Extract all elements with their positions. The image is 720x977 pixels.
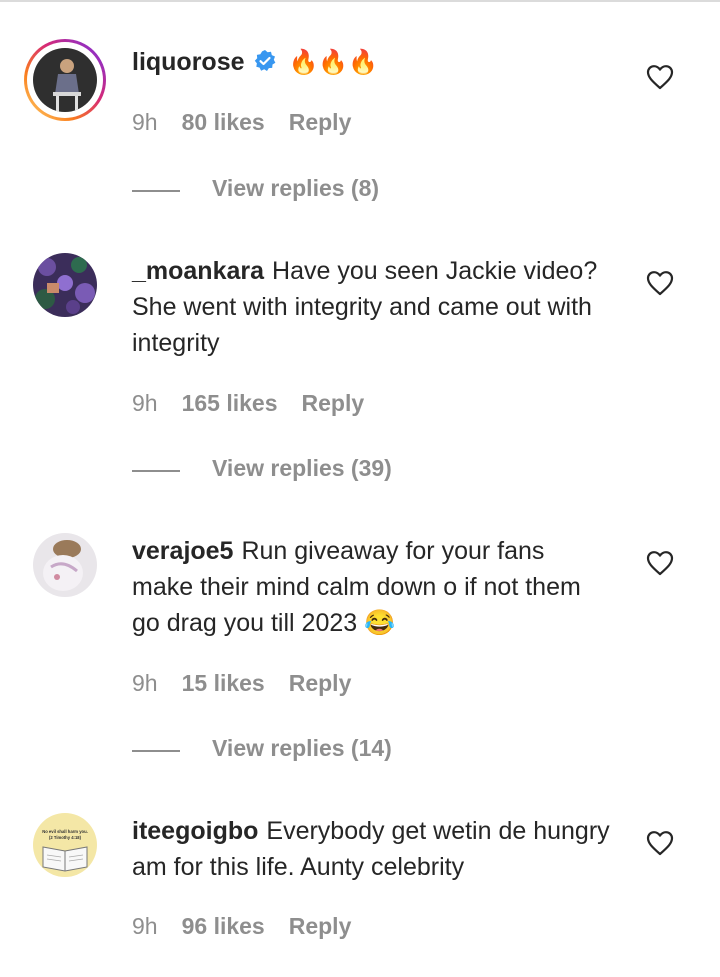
comment-body: 🔥🔥🔥 [288,49,379,76]
avatar[interactable] [33,48,97,112]
top-divider [0,0,720,2]
heart-outline-icon[interactable] [646,830,674,856]
timestamp: 9h [132,390,158,416]
replies-divider [132,750,180,752]
svg-text:No evil shall harm you.: No evil shall harm you. [42,829,88,834]
username[interactable]: iteegoigbo [132,817,258,845]
comment-text: iteegoigbo Everybody get wetin de hungry … [132,813,612,885]
timestamp: 9h [132,913,158,939]
likes-count[interactable]: 96 likes [182,913,265,939]
username[interactable]: verajoe5 [132,537,233,565]
comment-text: verajoe5 Run giveaway for your fans make … [132,533,612,641]
comment-meta: 9h 15 likes Reply [132,670,375,697]
comment-meta: 9h 165 likes Reply [132,390,388,417]
view-replies-label[interactable]: View replies (14) [212,735,392,762]
likes-count[interactable]: 15 likes [182,670,265,696]
reply-button[interactable]: Reply [289,913,352,939]
replies-divider [132,190,180,192]
view-replies-label[interactable]: View replies (8) [212,175,379,202]
verified-badge-icon [253,47,277,71]
timestamp: 9h [132,670,158,696]
comment-meta: 9h 80 likes Reply [132,109,375,136]
view-replies-label[interactable]: View replies (39) [212,455,392,482]
timestamp: 9h [132,109,158,135]
comment-text: liquorose 🔥🔥🔥 [132,44,612,81]
comment-text: _moankara Have you seen Jackie video? She… [132,253,612,361]
username[interactable]: liquorose [132,48,245,76]
avatar[interactable] [33,533,97,597]
reply-button[interactable]: Reply [289,109,352,135]
reply-button[interactable]: Reply [289,670,352,696]
username[interactable]: _moankara [132,257,264,285]
likes-count[interactable]: 80 likes [182,109,265,135]
replies-divider [132,470,180,472]
reply-button[interactable]: Reply [302,390,365,416]
comment-meta: 9h 96 likes Reply [132,913,375,940]
avatar[interactable] [33,253,97,317]
likes-count[interactable]: 165 likes [182,390,278,416]
avatar[interactable]: No evil shall harm you. (2 Timothy 4:18) [33,813,97,877]
heart-outline-icon[interactable] [646,270,674,296]
heart-outline-icon[interactable] [646,550,674,576]
svg-text:(2 Timothy 4:18): (2 Timothy 4:18) [49,835,82,840]
heart-outline-icon[interactable] [646,64,674,90]
